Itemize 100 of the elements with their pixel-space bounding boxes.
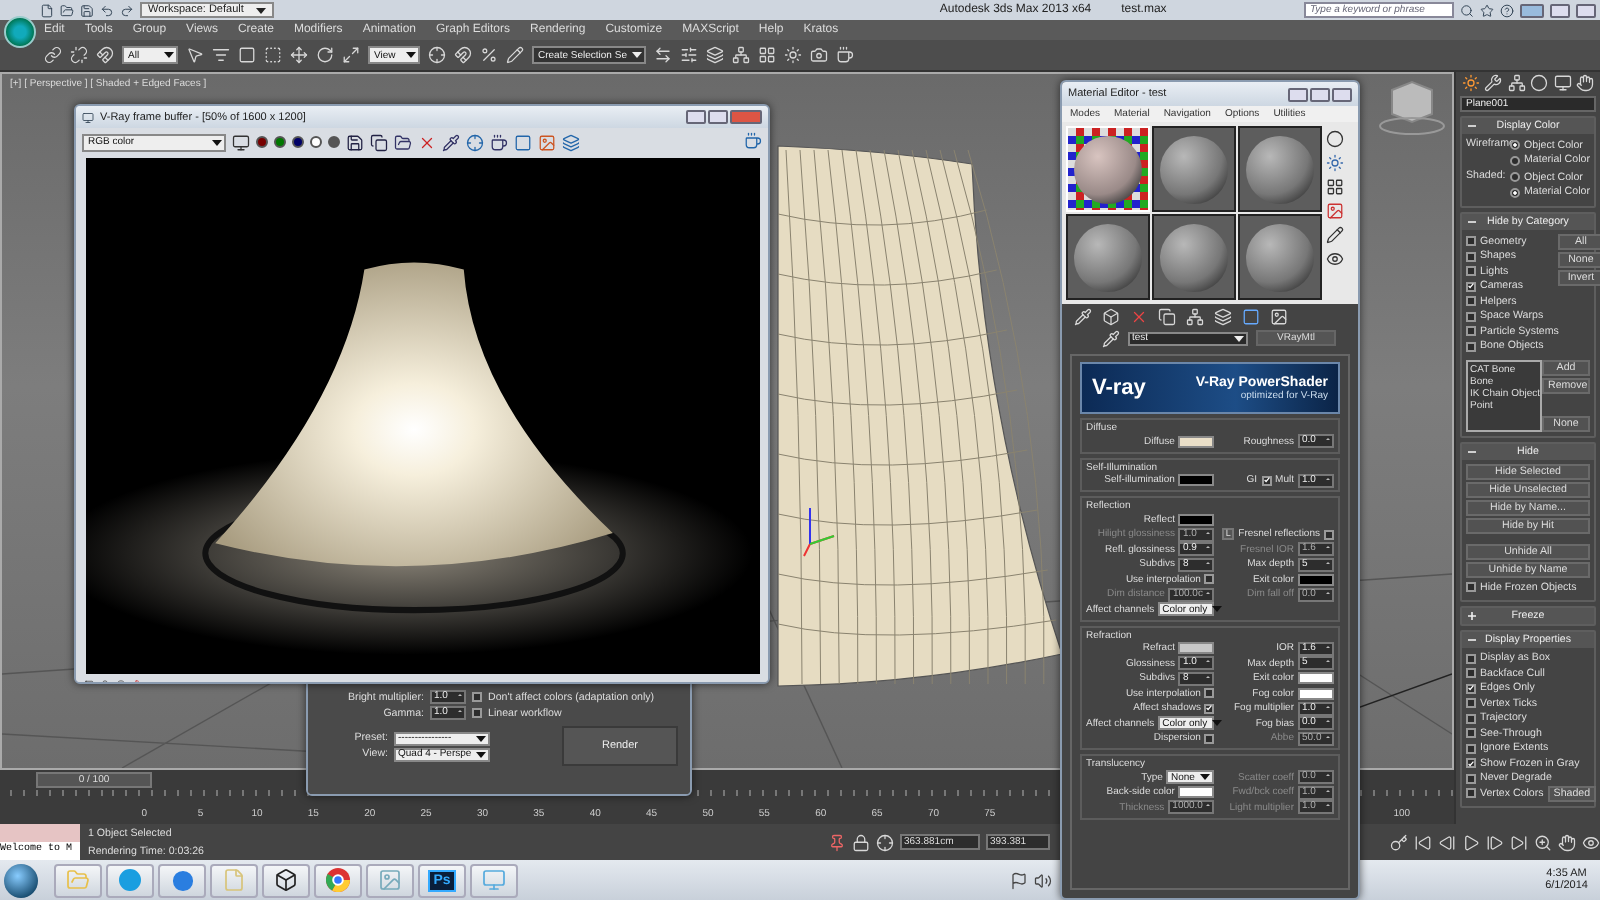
pin-icon[interactable]	[828, 833, 846, 851]
maximize-button[interactable]	[1550, 3, 1570, 17]
camera-icon[interactable]	[810, 46, 829, 64]
search-icon[interactable]	[1460, 3, 1474, 17]
close-button[interactable]	[1576, 3, 1596, 17]
help-icon[interactable]	[1500, 3, 1514, 17]
move-icon[interactable]	[290, 46, 308, 64]
taskbar-app[interactable]	[262, 863, 310, 897]
material-slot[interactable]	[1152, 214, 1236, 300]
rotate-icon[interactable]	[316, 46, 334, 64]
layers-icon[interactable]	[706, 46, 725, 64]
color-swatch[interactable]	[1178, 474, 1215, 487]
link-icon[interactable]	[44, 46, 62, 64]
copy-icon[interactable]	[1158, 307, 1176, 325]
color-swatch[interactable]	[1178, 642, 1215, 655]
checkbox[interactable]	[1466, 296, 1476, 307]
layers-icon[interactable]	[562, 133, 580, 151]
unlink-icon[interactable]	[70, 46, 88, 64]
channel-dot-icon[interactable]	[328, 136, 340, 148]
checkbox[interactable]	[1466, 713, 1476, 724]
checkbox[interactable]	[1466, 758, 1476, 769]
step-forward-icon[interactable]	[1486, 833, 1504, 851]
cursor-icon[interactable]	[186, 46, 204, 64]
save-icon[interactable]	[346, 133, 364, 151]
checkbox[interactable]	[1466, 668, 1476, 679]
color-swatch[interactable]	[1178, 435, 1215, 448]
folder-icon[interactable]	[60, 3, 74, 17]
monitor-icon[interactable]	[232, 133, 250, 151]
motion-tab-icon[interactable]	[1530, 74, 1549, 92]
hierarchy-tab-icon[interactable]	[1507, 74, 1526, 92]
color-swatch[interactable]	[1178, 786, 1215, 799]
undo-icon[interactable]	[100, 3, 114, 17]
checkbox[interactable]	[1466, 788, 1476, 799]
checkbox[interactable]	[1466, 251, 1476, 262]
checkbox[interactable]	[1324, 529, 1334, 540]
checkbox[interactable]	[1466, 236, 1476, 247]
key-icon[interactable]	[1390, 833, 1408, 851]
channel-dot-icon[interactable]	[292, 136, 304, 148]
checkbox[interactable]	[1466, 281, 1476, 292]
speaker-icon[interactable]	[1034, 871, 1053, 889]
checkbox[interactable]	[1204, 574, 1215, 585]
checkbox[interactable]	[1466, 582, 1476, 593]
color-swatch[interactable]	[1298, 573, 1334, 586]
checkbox[interactable]	[1204, 733, 1215, 744]
image-icon[interactable]	[1326, 202, 1344, 220]
dashed-square-icon[interactable]	[264, 46, 282, 64]
material-slot[interactable]	[1238, 126, 1322, 212]
close-button[interactable]	[1332, 87, 1352, 101]
play-icon[interactable]	[1462, 833, 1480, 851]
utilities-tab-icon[interactable]	[1575, 74, 1594, 92]
radio-button[interactable]	[1510, 172, 1520, 183]
checkbox[interactable]	[1466, 743, 1476, 754]
pipette-icon[interactable]	[1074, 307, 1092, 325]
zoom-icon[interactable]	[1534, 833, 1552, 851]
checkbox[interactable]	[1466, 266, 1476, 277]
checkbox[interactable]	[1204, 688, 1215, 699]
mirror-icon[interactable]	[654, 46, 673, 64]
folder-icon[interactable]	[394, 133, 412, 151]
layers-icon[interactable]	[1214, 307, 1232, 325]
skip-forward-icon[interactable]	[1510, 833, 1528, 851]
new-file-icon[interactable]	[40, 3, 54, 17]
checkbox[interactable]	[1466, 326, 1476, 337]
channel-dot-icon[interactable]	[256, 136, 268, 148]
checkbox[interactable]	[1204, 703, 1215, 714]
checkbox[interactable]	[1466, 698, 1476, 709]
checkbox[interactable]	[472, 708, 482, 718]
eye-icon[interactable]	[1326, 250, 1344, 268]
checkbox[interactable]	[1466, 773, 1476, 784]
sun-icon[interactable]	[784, 46, 803, 64]
checker-icon[interactable]	[1326, 178, 1344, 196]
pipette-icon[interactable]	[442, 133, 460, 151]
material-slot[interactable]	[1238, 214, 1322, 300]
create-tab-icon[interactable]	[1462, 74, 1480, 92]
backlight-icon[interactable]	[1326, 154, 1344, 172]
percent-icon[interactable]	[480, 46, 498, 64]
material-slot[interactable]	[1152, 126, 1236, 212]
checkbox[interactable]	[1261, 475, 1272, 486]
checkbox[interactable]	[1466, 683, 1476, 694]
modify-tab-icon[interactable]	[1484, 74, 1503, 92]
minimize-button[interactable]	[686, 110, 706, 124]
radio-button[interactable]	[1510, 187, 1520, 198]
image-icon[interactable]	[538, 133, 556, 151]
color-swatch[interactable]	[1298, 672, 1334, 685]
redo-icon[interactable]	[120, 3, 134, 17]
magnet-icon[interactable]	[96, 46, 114, 64]
sample-type-icon[interactable]	[1326, 130, 1344, 148]
x-mark-icon[interactable]	[418, 133, 436, 151]
checkbox[interactable]	[1466, 341, 1476, 352]
material-slot[interactable]	[1066, 214, 1150, 300]
list-icon[interactable]	[212, 46, 230, 64]
save-icon[interactable]	[80, 3, 94, 17]
x-mark-icon[interactable]	[1130, 307, 1148, 325]
listener-field[interactable]	[0, 824, 80, 842]
step-back-icon[interactable]	[1438, 833, 1456, 851]
start-button[interactable]	[4, 863, 38, 897]
minimize-button[interactable]	[1520, 3, 1544, 17]
pipette-icon[interactable]	[1102, 329, 1120, 347]
checkbox[interactable]	[1466, 311, 1476, 322]
channel-dot-icon[interactable]	[274, 136, 286, 148]
grid-icon[interactable]	[758, 46, 777, 64]
